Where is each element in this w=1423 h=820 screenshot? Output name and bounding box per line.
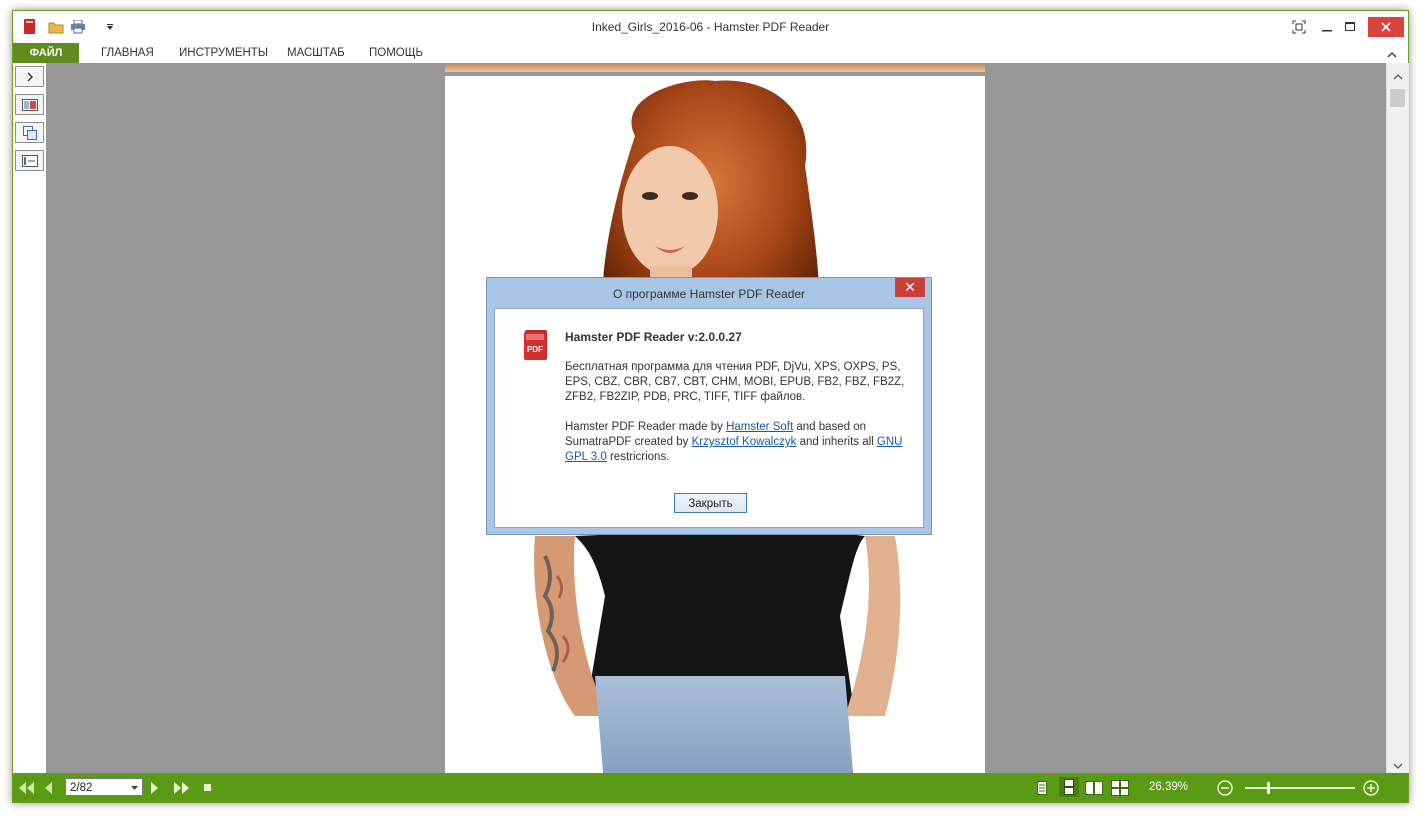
bookmarks-button[interactable] [15, 94, 44, 115]
tab-home[interactable]: ГЛАВНАЯ [101, 43, 154, 63]
facing-view-button[interactable] [1085, 779, 1103, 796]
page-number-input[interactable]: 2/82 [65, 778, 143, 796]
zoom-slider-thumb[interactable] [1267, 782, 1270, 794]
tab-file[interactable]: ФАЙЛ [13, 43, 79, 63]
credits-part-4: restricrions. [606, 451, 670, 463]
scroll-down-icon[interactable] [1393, 759, 1403, 773]
next-page-icon [151, 781, 158, 794]
zoom-slider[interactable] [1245, 782, 1355, 794]
app-version: Hamster PDF Reader v:2.0.0.27 [565, 330, 742, 344]
last-page-icon [174, 781, 189, 794]
svg-text:PDF: PDF [527, 345, 543, 354]
author-link[interactable]: Krzysztof Kowalczyk [692, 436, 797, 448]
book-view-button[interactable] [1111, 779, 1129, 796]
page-dropdown-icon[interactable] [131, 779, 138, 797]
single-page-view-button[interactable] [1037, 779, 1047, 796]
about-dialog: О программе Hamster PDF Reader ✕ PDF Ham… [486, 277, 932, 535]
zoom-out-button[interactable] [1217, 779, 1233, 796]
last-page-button[interactable] [173, 779, 191, 796]
fullscreen-icon [1292, 20, 1306, 34]
fullscreen-button[interactable] [1285, 17, 1313, 37]
pdf-logo-icon: PDF [524, 330, 547, 360]
bookmarks-icon [21, 98, 38, 111]
close-icon [1381, 22, 1391, 32]
tab-zoom[interactable]: МАСШТАБ [287, 43, 345, 63]
zoom-out-icon [1217, 779, 1233, 796]
credits-part-3: and inherits all [796, 436, 877, 448]
dialog-title: О программе Hamster PDF Reader [612, 287, 806, 301]
zoom-in-button[interactable] [1363, 779, 1379, 796]
prev-page-button[interactable] [43, 779, 53, 796]
credits-part-1: Hamster PDF Reader made by [565, 421, 727, 433]
first-page-button[interactable] [17, 779, 35, 796]
next-page-button[interactable] [150, 779, 160, 796]
maximize-icon [1345, 22, 1355, 31]
book-view-icon [1111, 779, 1129, 796]
outline-icon [21, 154, 38, 167]
dialog-close-button[interactable]: ✕ [895, 278, 925, 297]
page-indicator: 2/82 [70, 782, 93, 794]
vertical-scrollbar[interactable] [1386, 63, 1409, 773]
stop-icon [204, 784, 211, 791]
previous-page-edge [445, 63, 985, 72]
chevron-right-icon [27, 72, 33, 81]
stop-button[interactable] [204, 779, 211, 796]
side-toolbar [13, 63, 47, 773]
window-title: Inked_Girls_2016-06 - Hamster PDF Reader [591, 20, 830, 34]
scroll-thumb[interactable] [1390, 89, 1405, 107]
tab-help[interactable]: ПОМОЩЬ [369, 43, 423, 63]
dialog-body: PDF Hamster PDF Reader v:2.0.0.27 Беспла… [494, 308, 924, 528]
close-window-button[interactable] [1368, 17, 1404, 37]
tab-tools[interactable]: ИНСТРУМЕНТЫ [179, 43, 268, 63]
expand-sidebar-button[interactable] [15, 66, 44, 87]
zoom-in-icon [1363, 779, 1379, 796]
scroll-up-icon[interactable] [1393, 69, 1403, 83]
maximize-button[interactable] [1336, 17, 1364, 37]
zoom-value: 26.39% [1149, 781, 1189, 793]
minimize-icon [1322, 30, 1332, 32]
continuous-view-icon [1064, 779, 1074, 795]
status-bar: 2/82 26.39% [13, 773, 1408, 802]
close-dialog-button[interactable]: Закрыть [674, 493, 747, 513]
prev-page-icon [45, 781, 52, 794]
thumbnails-icon [22, 125, 37, 140]
outline-button[interactable] [15, 150, 44, 171]
app-description: Бесплатная программа для чтения PDF, DjV… [565, 361, 905, 403]
single-page-icon [1037, 780, 1047, 795]
ribbon-tabs: ФАЙЛ ГЛАВНАЯ ИНСТРУМЕНТЫ МАСШТАБ ПОМОЩЬ [13, 43, 1408, 63]
app-credits: Hamster PDF Reader made by Hamster Soft … [565, 420, 915, 465]
continuous-view-button[interactable] [1059, 777, 1079, 797]
title-bar: Inked_Girls_2016-06 - Hamster PDF Reader [13, 11, 1408, 43]
first-page-icon [19, 781, 34, 794]
hamster-soft-link[interactable]: Hamster Soft [726, 421, 793, 433]
collapse-ribbon-icon[interactable] [1387, 48, 1397, 62]
facing-view-icon [1085, 780, 1103, 795]
thumbnails-button[interactable] [15, 122, 44, 143]
